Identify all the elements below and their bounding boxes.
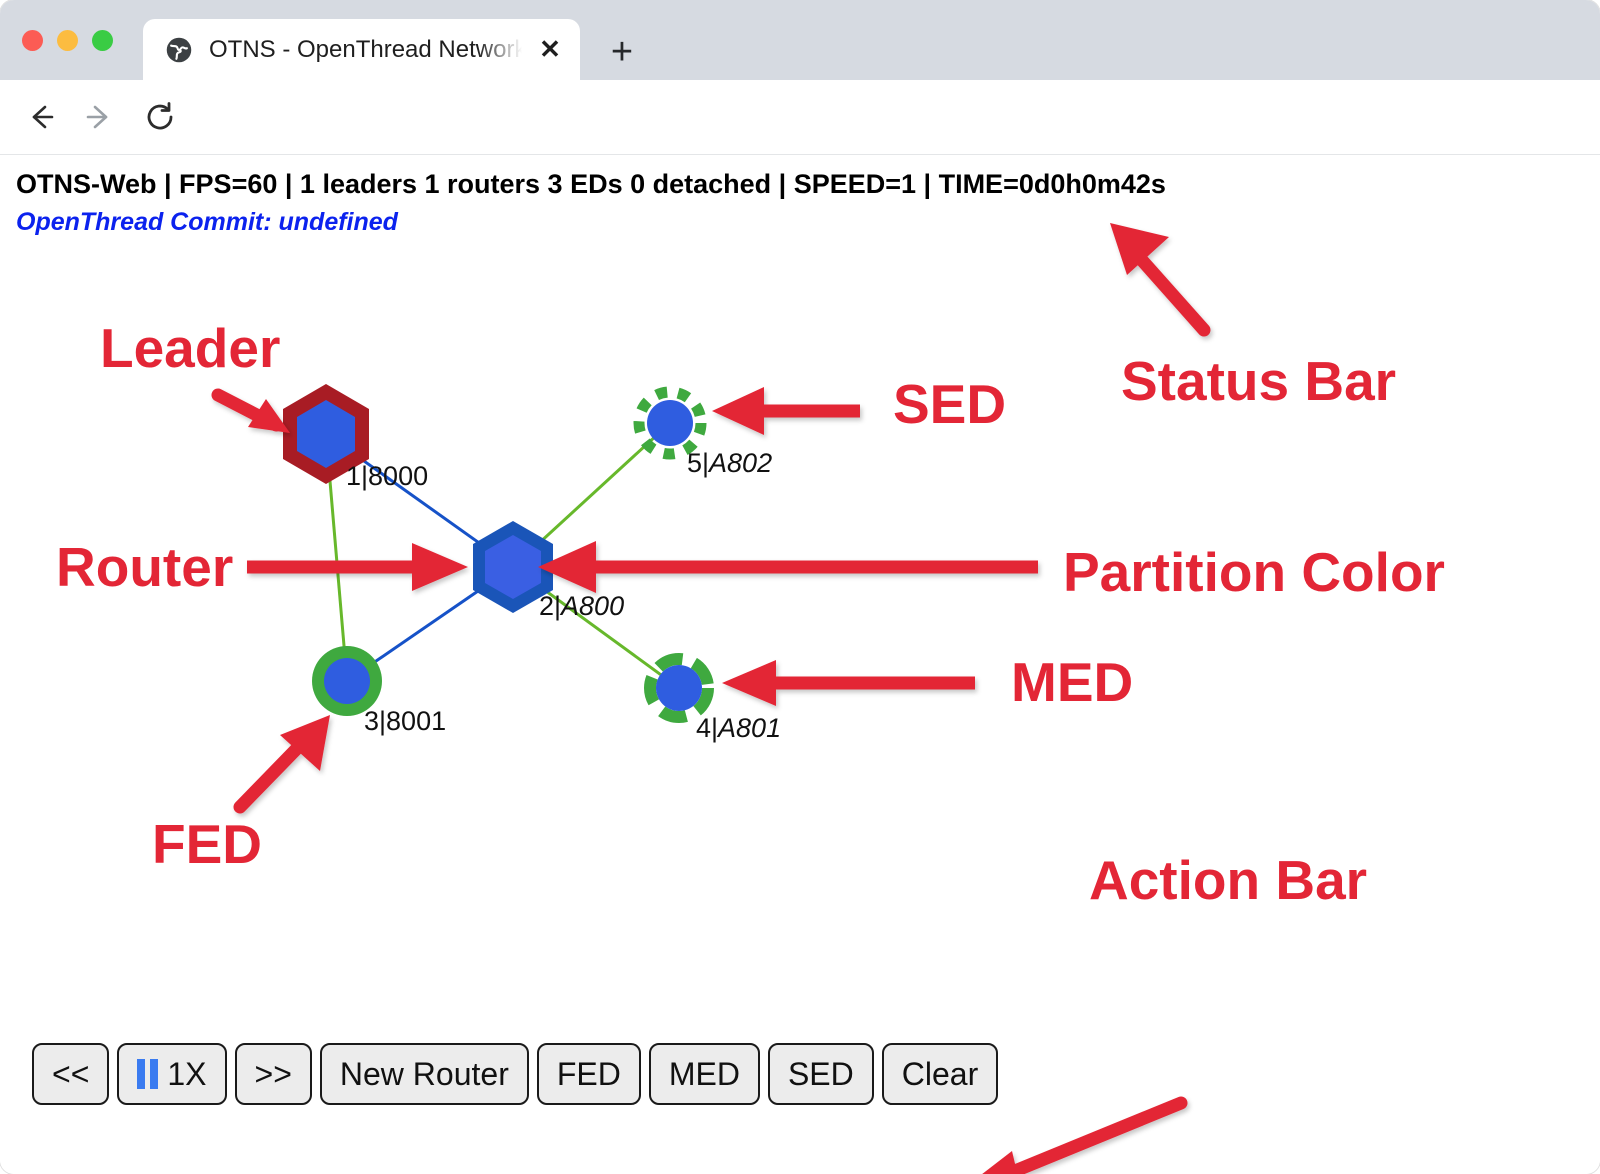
reload-icon[interactable] — [139, 96, 181, 138]
window-traffic-lights — [22, 30, 113, 51]
annotation-partition-color: Partition Color — [1063, 541, 1445, 603]
action-forward-button[interactable]: >> — [235, 1043, 312, 1105]
back-icon[interactable] — [20, 96, 62, 138]
pause-icon — [137, 1059, 158, 1089]
browser-tab-title: OTNS - OpenThread Network S — [209, 36, 530, 63]
arrow-left-icon — [25, 101, 57, 133]
browser-tab-title-wrap: OTNS - OpenThread Network S — [209, 33, 530, 67]
maximize-window-button[interactable] — [92, 30, 113, 51]
node-4-label: 4|A801 — [696, 713, 781, 743]
node-4-fill — [656, 665, 702, 711]
close-window-button[interactable] — [22, 30, 43, 51]
annotation-router: Router — [56, 536, 233, 598]
node-2-label: 2|A800 — [539, 591, 624, 621]
action-new-router-button[interactable]: New Router — [320, 1043, 529, 1105]
action-med-button[interactable]: MED — [649, 1043, 760, 1105]
forward-icon[interactable] — [78, 96, 120, 138]
action-fed-button[interactable]: FED — [537, 1043, 641, 1105]
arrow-action-bar — [955, 1103, 1181, 1174]
arrow-fed — [240, 715, 330, 807]
browser-tabstrip: OTNS - OpenThread Network S ✕ + — [0, 0, 1600, 80]
otns-web-page: OTNS-Web | FPS=60 | 1 leaders 1 routers … — [0, 155, 1600, 1174]
browser-tab[interactable]: OTNS - OpenThread Network S ✕ — [143, 19, 580, 80]
annotation-leader: Leader — [100, 317, 280, 379]
node-1-label: 1|8000 — [346, 461, 428, 491]
network-visualization[interactable]: 1|8000 2|A800 3|8001 4|A801 — [0, 155, 1600, 1174]
arrow-med — [722, 660, 975, 706]
new-tab-button[interactable]: + — [600, 30, 644, 74]
screenshot-root: OTNS - OpenThread Network S ✕ + — [0, 0, 1600, 1174]
annotation-med: MED — [1011, 651, 1133, 713]
minimize-window-button[interactable] — [57, 30, 78, 51]
annotation-status-bar: Status Bar — [1121, 350, 1396, 412]
action-bar: << 1X >> New Router FED MED SED Clear — [32, 1043, 998, 1105]
arrow-sed — [712, 387, 860, 435]
node-5-fill — [647, 400, 693, 446]
reload-circular-arrow-icon — [143, 100, 177, 134]
node-5-label: 5|A802 — [687, 448, 772, 478]
action-sed-button[interactable]: SED — [768, 1043, 874, 1105]
action-speed-label: 1X — [167, 1056, 206, 1093]
arrow-right-icon — [83, 101, 115, 133]
annotation-action-bar: Action Bar — [1089, 849, 1367, 911]
node-3-fill — [324, 658, 370, 704]
annotation-sed: SED — [893, 373, 1006, 435]
browser-window: OTNS - OpenThread Network S ✕ + — [0, 0, 1600, 1174]
node-3-label: 3|8001 — [364, 706, 446, 736]
action-clear-button[interactable]: Clear — [882, 1043, 998, 1105]
arrow-status-bar — [1110, 223, 1204, 330]
arrow-router — [247, 543, 468, 591]
browser-toolbar: localhost:8997/visualize?addr=localhost:… — [0, 80, 1600, 155]
node-1-leader[interactable]: 1|8000 — [283, 384, 428, 491]
tab-close-icon[interactable]: ✕ — [530, 30, 570, 70]
arrow-leader — [218, 395, 290, 433]
globe-icon — [165, 36, 193, 64]
annotation-fed: FED — [152, 813, 262, 875]
action-speed-button[interactable]: 1X — [117, 1043, 226, 1105]
arrow-partition-color — [538, 541, 1038, 593]
action-rewind-button[interactable]: << — [32, 1043, 109, 1105]
